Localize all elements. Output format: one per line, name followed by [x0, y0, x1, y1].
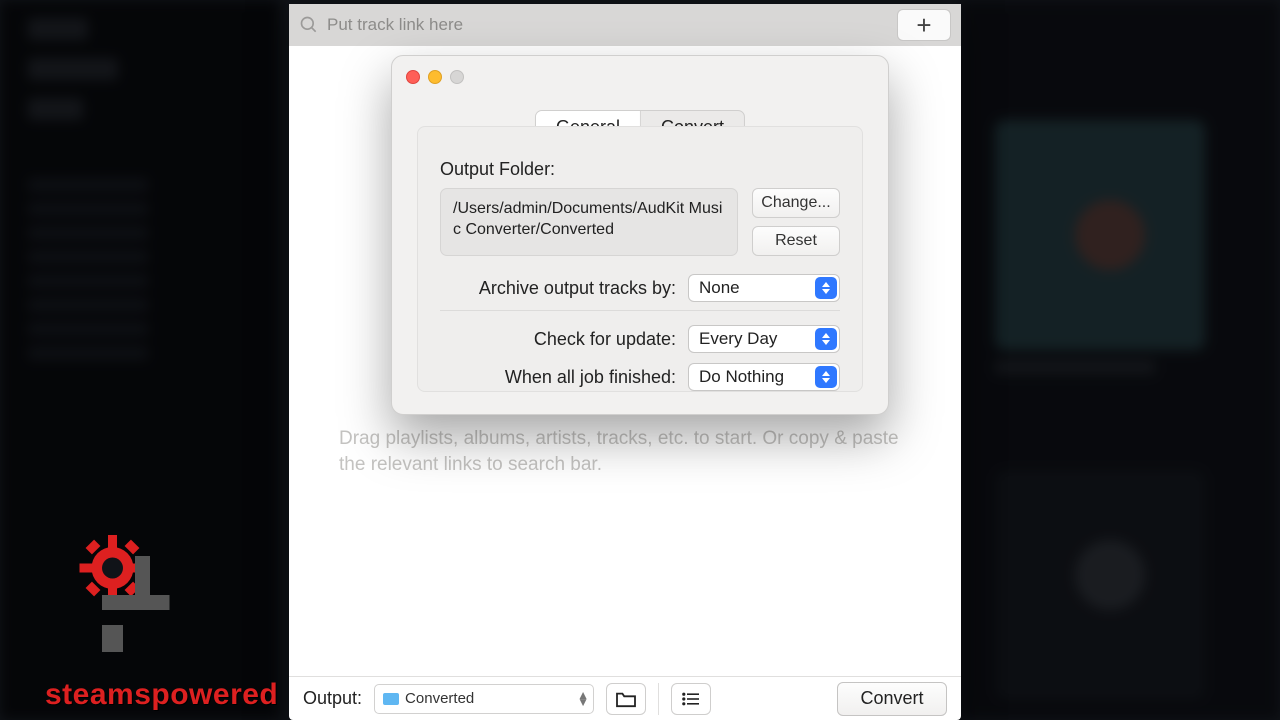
output-folder-select[interactable]: Converted ▲▼ — [374, 684, 594, 714]
search-input[interactable] — [327, 15, 889, 35]
update-label: Check for update: — [534, 329, 676, 350]
watermark-text: steamspowered — [45, 678, 225, 712]
prefs-panel: Output Folder: /Users/admin/Documents/Au… — [417, 126, 863, 392]
open-folder-button[interactable] — [606, 683, 646, 715]
minimize-icon[interactable] — [428, 70, 442, 84]
output-folder-path: /Users/admin/Documents/AudKit Music Conv… — [440, 188, 738, 256]
archive-label: Archive output tracks by: — [479, 278, 676, 299]
stepper-icon: ▲▼ — [577, 692, 589, 706]
list-icon — [681, 691, 701, 707]
output-label: Output: — [303, 688, 362, 709]
list-view-button[interactable] — [671, 683, 711, 715]
folder-open-icon — [615, 690, 637, 708]
reset-button[interactable]: Reset — [752, 226, 840, 256]
finished-value: Do Nothing — [699, 367, 784, 387]
close-icon[interactable] — [406, 70, 420, 84]
update-select[interactable]: Every Day — [688, 325, 840, 353]
finished-label: When all job finished: — [505, 367, 676, 388]
traffic-lights — [406, 70, 464, 84]
archive-value: None — [699, 278, 740, 298]
archive-select[interactable]: None — [688, 274, 840, 302]
update-value: Every Day — [699, 329, 777, 349]
plus-icon: + — [916, 10, 931, 41]
change-button[interactable]: Change... — [752, 188, 840, 218]
search-icon — [299, 15, 319, 35]
zoom-icon — [450, 70, 464, 84]
preferences-dialog: General Convert Output Folder: /Users/ad… — [391, 55, 889, 415]
search-bar: + — [289, 4, 961, 46]
chevron-updown-icon — [815, 277, 837, 299]
watermark-logo: steamspowered — [45, 523, 225, 712]
separator — [658, 683, 659, 715]
chevron-updown-icon — [815, 366, 837, 388]
add-button[interactable]: + — [897, 9, 951, 41]
output-folder-label: Output Folder: — [440, 159, 840, 180]
bottom-bar: Output: Converted ▲▼ Convert — [289, 676, 961, 720]
convert-button[interactable]: Convert — [837, 682, 947, 716]
output-folder-name: Converted — [405, 690, 474, 707]
chevron-updown-icon — [815, 328, 837, 350]
divider — [440, 310, 840, 311]
folder-icon — [383, 693, 399, 705]
finished-select[interactable]: Do Nothing — [688, 363, 840, 391]
drag-hint: Drag playlists, albums, artists, tracks,… — [339, 426, 911, 477]
gear-icon — [60, 523, 210, 673]
